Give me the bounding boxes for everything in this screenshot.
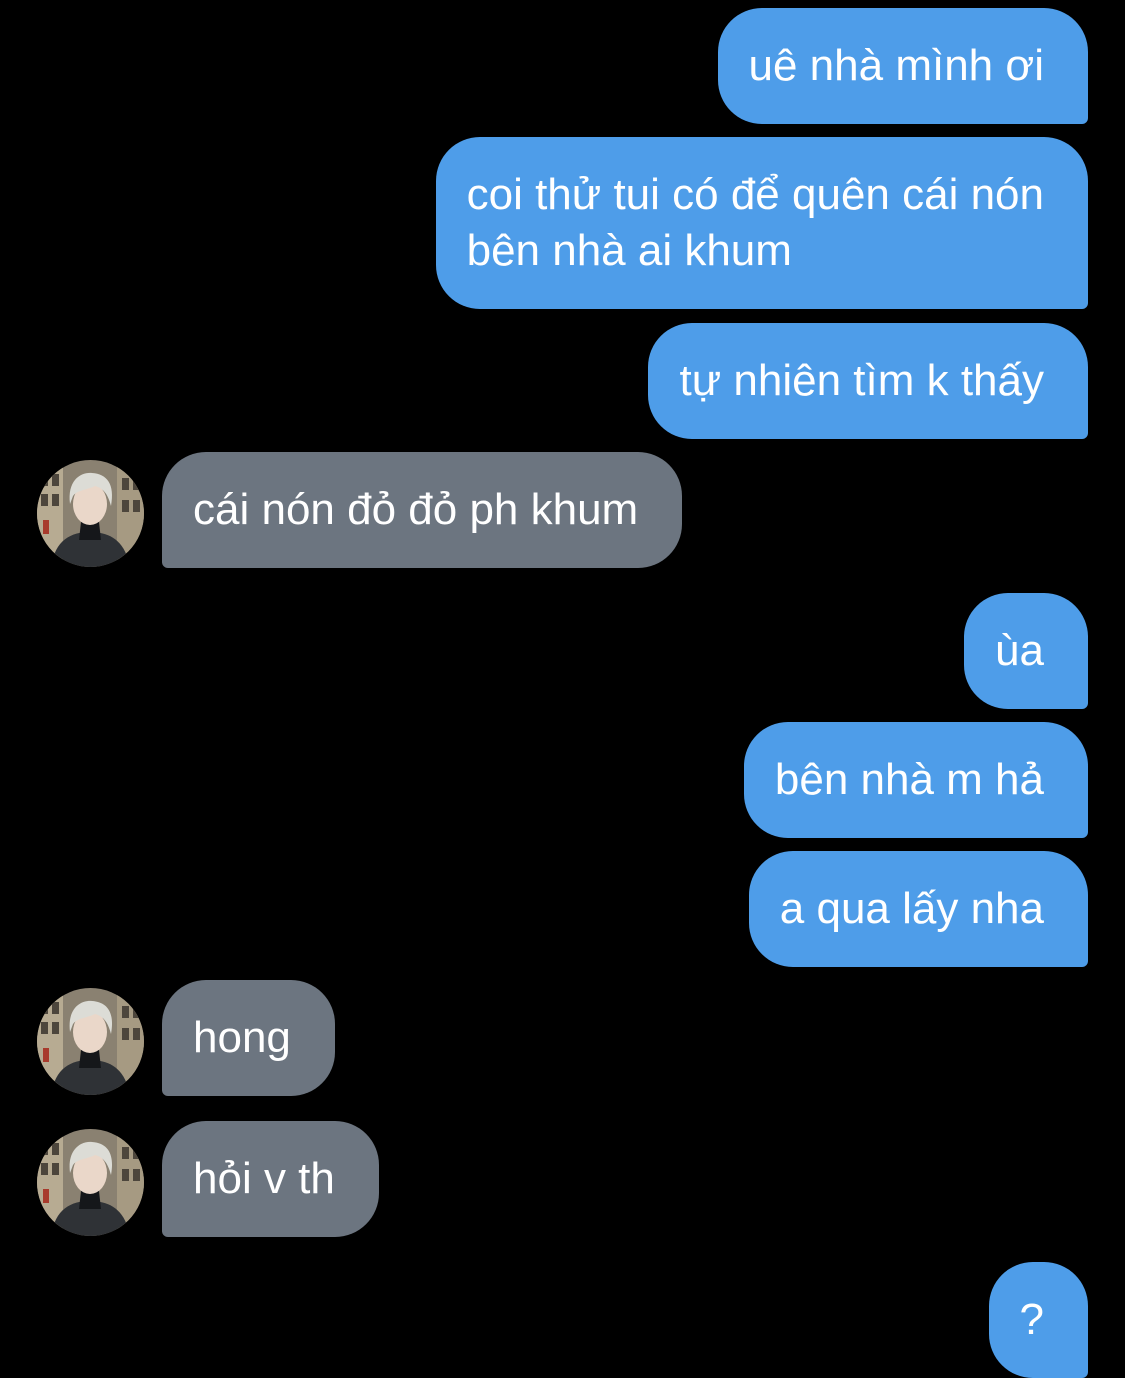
avatar-photo <box>37 460 144 567</box>
message-bubble-sent[interactable]: ùa <box>964 593 1088 709</box>
avatar-photo <box>37 1129 144 1236</box>
message-bubble-sent[interactable]: uê nhà mình ơi <box>717 8 1088 124</box>
message-bubble-sent[interactable]: coi thử tui có để quên cái nón bên nhà a… <box>435 137 1088 309</box>
message-bubble-received[interactable]: cái nón đỏ đỏ ph khum <box>162 452 683 568</box>
contact-avatar[interactable] <box>37 460 144 567</box>
message-bubble-sent[interactable]: ? <box>988 1262 1088 1378</box>
avatar-photo <box>37 988 144 1095</box>
message-bubble-sent[interactable]: bên nhà m hả <box>743 722 1088 838</box>
message-bubble-received[interactable]: hỏi v th <box>162 1121 379 1237</box>
contact-avatar[interactable] <box>37 1129 144 1236</box>
message-bubble-sent[interactable]: a qua lấy nha <box>748 851 1088 967</box>
message-bubble-received[interactable]: hong <box>162 980 335 1096</box>
conversation-thread[interactable]: uê nhà mình ơi coi thử tui có để quên cá… <box>0 0 1125 1378</box>
contact-avatar[interactable] <box>37 988 144 1095</box>
message-bubble-sent[interactable]: tự nhiên tìm k thấy <box>648 323 1088 439</box>
